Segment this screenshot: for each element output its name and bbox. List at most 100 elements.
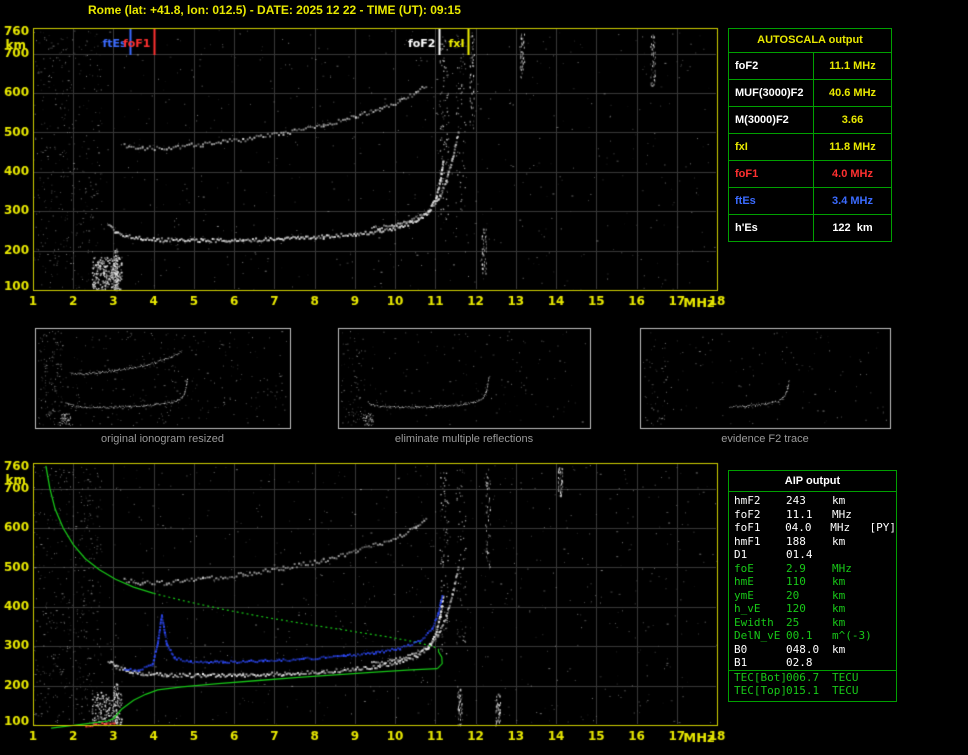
param-extra bbox=[872, 535, 896, 549]
param-value: 01.4 bbox=[786, 548, 813, 561]
param-label: ymE bbox=[734, 588, 754, 602]
param-unit: km bbox=[832, 615, 846, 629]
param-label: TEC[Bot] bbox=[734, 670, 787, 684]
param-value: 25 bbox=[786, 615, 800, 629]
param-unit: MHz bbox=[830, 521, 851, 534]
param-label: h'Es bbox=[729, 215, 814, 241]
table-row: TEC[Top] 015.1 TECU bbox=[729, 684, 896, 698]
param-unit: MHz bbox=[832, 507, 852, 521]
param-label: D1 bbox=[734, 548, 748, 561]
param-value: 048.0 bbox=[786, 642, 820, 656]
table-row: foE 2.9 MHz bbox=[729, 562, 896, 576]
table-row: foF2 11.1 MHz bbox=[729, 53, 891, 80]
param-extra bbox=[872, 575, 896, 589]
param-unit: km bbox=[832, 494, 846, 507]
param-unit: km bbox=[832, 588, 846, 602]
table-row: DelN_vE 00.1 m^(-3) bbox=[729, 629, 896, 643]
param-value: 04.0 bbox=[785, 521, 812, 534]
param-extra bbox=[872, 643, 896, 657]
param-unit: MHz bbox=[832, 561, 852, 575]
param-value: 02.8 bbox=[786, 656, 813, 669]
param-label: MUF(3000)F2 bbox=[729, 80, 814, 106]
aip-table-body: hmF2 243 km foF2 11.1 MHz foF1 04.0 MHz [PY] hm… bbox=[729, 492, 896, 701]
param-value: 243 bbox=[786, 494, 806, 507]
param-value: 4.0 MHz bbox=[832, 168, 873, 180]
param-label: Ewidth bbox=[734, 615, 774, 629]
table-row: Ewidth 25 km bbox=[729, 616, 896, 630]
thumbnail-caption-multiples: eliminate multiple reflections bbox=[394, 433, 534, 445]
param-value: 11.1 MHz bbox=[829, 60, 876, 72]
table-row: MUF(3000)F2 40.6 MHz bbox=[729, 80, 891, 107]
thumbnail-caption-original: original ionogram resized bbox=[101, 433, 224, 445]
table-row: hmF1 188 km bbox=[729, 535, 896, 549]
param-label: foF2 bbox=[734, 507, 761, 521]
param-extra bbox=[872, 656, 896, 670]
param-extra bbox=[872, 671, 896, 685]
param-label: h_vE bbox=[734, 602, 761, 615]
table-row: foF2 11.1 MHz bbox=[729, 508, 896, 522]
param-label: hmF2 bbox=[734, 494, 761, 507]
param-value: 3.4 MHz bbox=[832, 195, 873, 207]
param-value: 188 bbox=[786, 534, 806, 548]
param-value: 11.8 MHz bbox=[829, 141, 876, 153]
table-row: TEC[Bot] 006.7 TECU bbox=[729, 669, 896, 685]
table-row: h'Es 122 km bbox=[729, 215, 891, 241]
param-label: foE bbox=[734, 561, 754, 575]
autoscala-table-title: AUTOSCALA output bbox=[729, 29, 891, 53]
param-value: 40.6 MHz bbox=[828, 87, 877, 99]
table-row: hmF2 243 km bbox=[729, 494, 896, 508]
param-label: B1 bbox=[734, 656, 748, 669]
autoscala-output-table: AUTOSCALA output foF2 11.1 MHz MUF(3000)… bbox=[728, 28, 892, 242]
param-value: 015.1 bbox=[786, 684, 820, 697]
param-value: 11.1 bbox=[786, 507, 813, 521]
param-unit: km bbox=[832, 534, 846, 548]
param-value: 110 bbox=[786, 575, 806, 588]
aip-output-table: AIP output hmF2 243 km foF2 11.1 MHz foF1 04.… bbox=[728, 470, 897, 702]
param-unit: TECU bbox=[832, 684, 859, 697]
param-value: 3.66 bbox=[841, 114, 864, 126]
param-value: 2.9 bbox=[786, 561, 806, 575]
aip-table-title: AIP output bbox=[729, 471, 896, 492]
param-value: 120 bbox=[786, 602, 806, 615]
table-row: h_vE 120 km bbox=[729, 602, 896, 616]
param-label: DelN_vE bbox=[734, 629, 781, 642]
param-value: 20 bbox=[786, 588, 800, 602]
table-row: foF1 4.0 MHz bbox=[729, 161, 891, 188]
param-extra bbox=[872, 508, 896, 522]
param-label: TEC[Top] bbox=[734, 684, 787, 697]
param-value: 00.1 bbox=[786, 629, 813, 642]
param-label: hmF1 bbox=[734, 534, 761, 548]
table-row: ymE 20 km bbox=[729, 589, 896, 603]
param-label: hmE bbox=[734, 575, 754, 588]
param-unit: km bbox=[832, 642, 846, 656]
param-unit: km bbox=[832, 602, 846, 615]
param-extra bbox=[872, 602, 896, 616]
param-extra bbox=[872, 684, 896, 698]
table-row: D1 01.4 bbox=[729, 548, 896, 562]
table-row: B1 02.8 bbox=[729, 656, 896, 670]
thumbnail-caption-f2trace: evidence F2 trace bbox=[721, 433, 809, 445]
param-label: foF1 bbox=[729, 161, 814, 187]
table-row: M(3000)F2 3.66 bbox=[729, 107, 891, 134]
param-unit: km bbox=[832, 575, 846, 588]
table-row: ftEs 3.4 MHz bbox=[729, 188, 891, 215]
param-label: foF2 bbox=[729, 53, 814, 79]
param-extra bbox=[872, 562, 896, 576]
param-label: B0 bbox=[734, 642, 748, 656]
param-unit bbox=[832, 548, 872, 562]
param-unit: TECU bbox=[832, 670, 859, 684]
param-value: 122 km bbox=[832, 222, 873, 234]
param-label: foF1 bbox=[734, 521, 761, 534]
param-extra bbox=[872, 494, 896, 508]
param-value: 006.7 bbox=[786, 670, 820, 684]
param-label: ftEs bbox=[729, 188, 814, 214]
param-unit: m^(-3) bbox=[832, 629, 872, 642]
param-unit bbox=[832, 656, 872, 670]
param-extra bbox=[872, 589, 896, 603]
table-row: foF1 04.0 MHz [PY] bbox=[729, 521, 896, 535]
table-row: fxI 11.8 MHz bbox=[729, 134, 891, 161]
table-row: B0 048.0 km bbox=[729, 643, 896, 657]
param-extra bbox=[872, 548, 896, 562]
table-row: hmE 110 km bbox=[729, 575, 896, 589]
param-extra: [PY] bbox=[869, 521, 897, 534]
